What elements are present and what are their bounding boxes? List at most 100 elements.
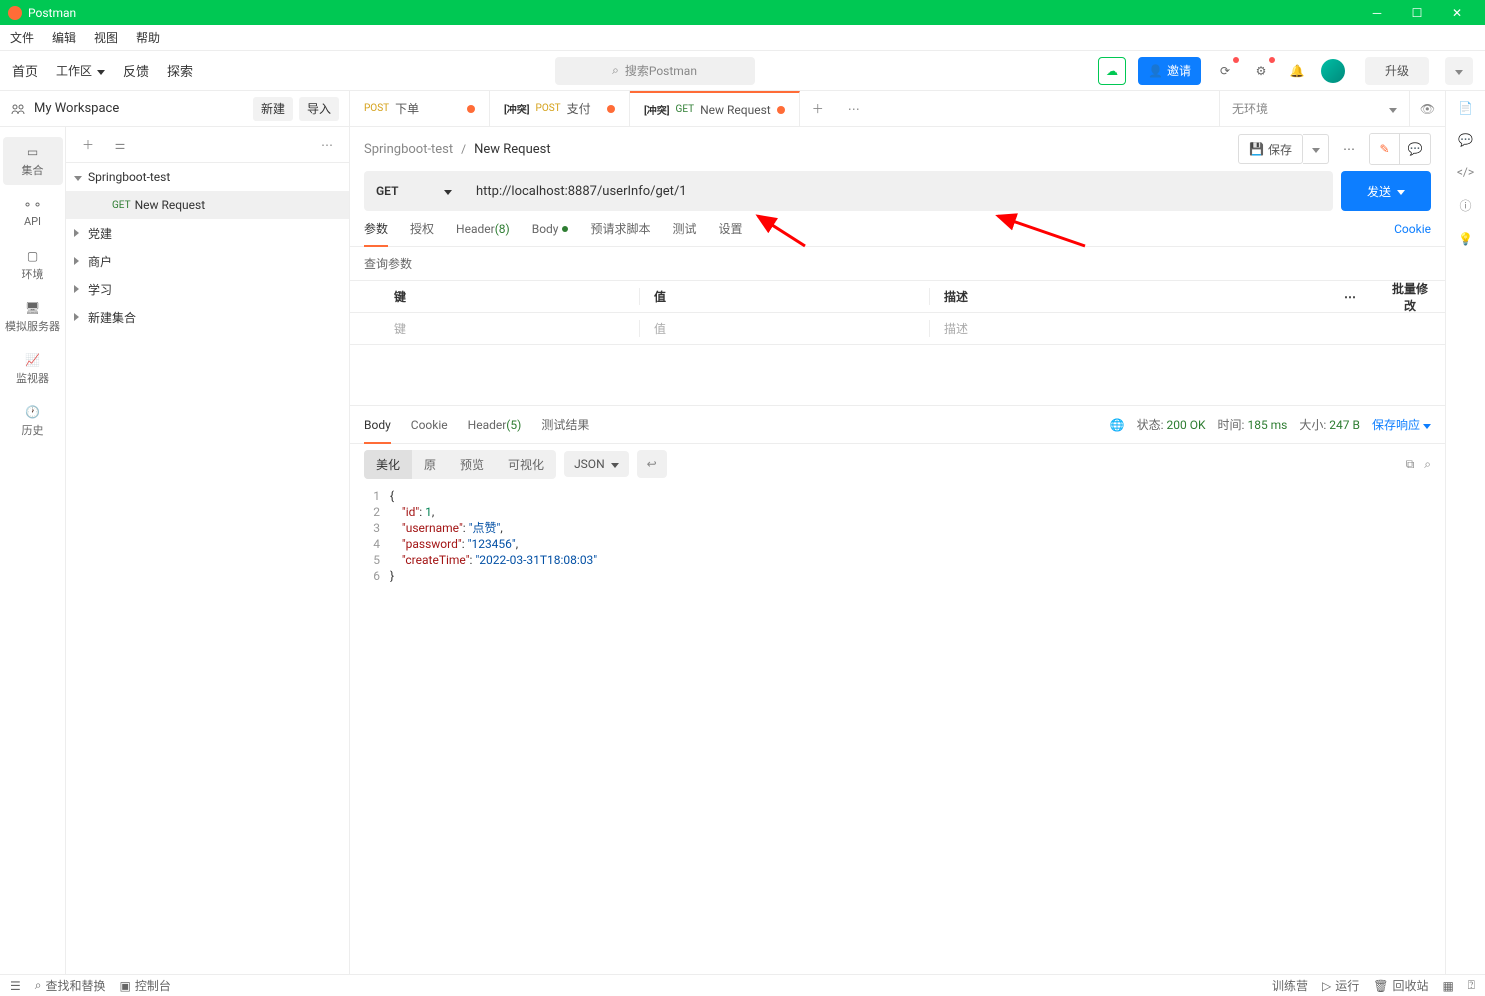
sb-find-replace[interactable]: ⌕查找和替换 <box>35 977 106 994</box>
cookies-link[interactable]: Cookie <box>1394 222 1431 236</box>
new-button[interactable]: 新建 <box>253 97 293 121</box>
menu-file[interactable]: 文件 <box>10 29 34 46</box>
param-key-input[interactable]: 键 <box>350 320 640 337</box>
resp-tab-body[interactable]: Body <box>364 406 391 444</box>
tree-folder-0[interactable]: 党建 <box>66 219 349 247</box>
rail-monitor[interactable]: 📈监视器 <box>3 345 63 393</box>
network-icon[interactable]: 🌐 <box>1110 418 1125 432</box>
menu-help[interactable]: 帮助 <box>136 29 160 46</box>
filter-icon[interactable]: ⚌ <box>108 133 132 157</box>
resp-tab-header[interactable]: Header (5) <box>468 406 522 444</box>
tree-toolbar: ＋ ⚌ ⋯ <box>66 127 349 163</box>
rail-mock[interactable]: 🖥模拟服务器 <box>3 293 63 341</box>
save-response-button[interactable]: 保存响应 <box>1372 416 1431 433</box>
save-button[interactable]: 💾保存 <box>1238 134 1303 164</box>
nav-workspace-dropdown[interactable]: 工作区 <box>56 62 105 79</box>
search-response-icon[interactable]: ⌕ <box>1424 457 1431 472</box>
sb-runner[interactable]: ▷运行 <box>1322 977 1359 994</box>
global-search[interactable]: ⌕ 搜索Postman <box>555 57 755 85</box>
req-tab-params[interactable]: 参数 <box>364 211 388 247</box>
sb-layout-icon[interactable]: ▦ <box>1442 977 1453 994</box>
docs-icon[interactable]: 📄 <box>1458 101 1473 115</box>
sync-status-icon[interactable]: ⟳ <box>1213 59 1237 83</box>
tab-more-button[interactable]: ⋯ <box>836 91 872 126</box>
nav-feedback[interactable]: 反馈 <box>123 61 149 80</box>
resp-tab-cookie[interactable]: Cookie <box>411 406 448 444</box>
menu-edit[interactable]: 编辑 <box>52 29 76 46</box>
req-tab-tests[interactable]: 测试 <box>673 211 697 247</box>
environment-selector[interactable]: 无环境 <box>1219 91 1409 126</box>
sb-trash[interactable]: 🗑回收站 <box>1373 977 1428 994</box>
info-icon[interactable]: ⓘ <box>1459 197 1471 214</box>
nav-home[interactable]: 首页 <box>12 61 38 80</box>
view-raw[interactable]: 原 <box>412 450 448 479</box>
edit-mode-icon[interactable]: ✎ <box>1370 134 1400 164</box>
nav-explore[interactable]: 探索 <box>167 61 193 80</box>
add-icon[interactable]: ＋ <box>76 133 100 157</box>
sb-help-icon[interactable]: ⍰ <box>1468 977 1475 994</box>
hint-icon[interactable]: 💡 <box>1458 232 1473 246</box>
maximize-button[interactable]: ☐ <box>1397 0 1437 25</box>
workspace-name[interactable]: My Workspace <box>34 101 247 116</box>
sb-sidebar-toggle-icon[interactable]: ☰ <box>10 979 21 993</box>
user-avatar[interactable] <box>1321 59 1345 83</box>
params-header-key: 键 <box>350 288 640 305</box>
wrap-lines-icon[interactable]: ↩ <box>637 450 667 478</box>
param-desc-input[interactable]: 描述 <box>930 320 1325 337</box>
tab-1[interactable]: [冲突]POST支付 <box>490 91 630 126</box>
req-tab-auth[interactable]: 授权 <box>410 211 434 247</box>
param-value-input[interactable]: 值 <box>640 320 930 337</box>
comment-mode-icon[interactable]: 💬 <box>1400 134 1430 164</box>
more-icon[interactable]: ⋯ <box>315 133 339 157</box>
menu-view[interactable]: 视图 <box>94 29 118 46</box>
breadcrumb-parent[interactable]: Springboot-test <box>364 142 453 157</box>
environment-quicklook-icon[interactable]: 👁 <box>1409 91 1445 126</box>
format-dropdown[interactable]: JSON <box>564 451 629 477</box>
rail-history[interactable]: 🕐历史 <box>3 397 63 445</box>
req-tab-settings[interactable]: 设置 <box>719 211 743 247</box>
code-icon[interactable]: </> <box>1457 165 1474 179</box>
save-dropdown[interactable] <box>1303 134 1329 164</box>
view-visualize[interactable]: 可视化 <box>496 450 556 479</box>
tab-add-button[interactable]: ＋ <box>800 91 836 126</box>
sb-bootcamp[interactable]: 训练营 <box>1272 977 1308 994</box>
bulk-edit-button[interactable]: 批量修改 <box>1375 280 1445 314</box>
response-body[interactable]: 123456 { "id": 1, "username": "点赞", "pas… <box>350 484 1445 974</box>
resp-tab-tests[interactable]: 测试结果 <box>541 406 589 444</box>
tree-request-new[interactable]: GETNew Request <box>66 191 349 219</box>
tree-folder-2[interactable]: 学习 <box>66 275 349 303</box>
view-preview[interactable]: 预览 <box>448 450 496 479</box>
upgrade-dropdown[interactable] <box>1445 57 1473 85</box>
breadcrumb-current[interactable]: New Request <box>474 142 550 157</box>
tree-folder-3[interactable]: 新建集合 <box>66 303 349 331</box>
minimize-button[interactable]: ─ <box>1357 0 1397 25</box>
invite-button[interactable]: 👤邀请 <box>1138 57 1201 85</box>
copy-icon[interactable]: ⧉ <box>1406 457 1415 472</box>
more-actions-icon[interactable]: ⋯ <box>1337 137 1361 161</box>
method-selector[interactable]: GET <box>364 171 464 211</box>
url-input[interactable] <box>464 171 1333 211</box>
notifications-icon[interactable]: 🔔 <box>1285 59 1309 83</box>
tab-2[interactable]: [冲突]GETNew Request <box>630 91 800 126</box>
send-button[interactable]: 发送 <box>1341 171 1431 211</box>
req-tab-body[interactable]: Body <box>532 211 569 247</box>
import-button[interactable]: 导入 <box>299 97 339 121</box>
req-tab-headers[interactable]: Header (8) <box>456 211 510 247</box>
rail-api[interactable]: ⚬⚬API <box>3 189 63 237</box>
sb-console[interactable]: ▣控制台 <box>120 977 171 994</box>
close-button[interactable]: ✕ <box>1437 0 1477 25</box>
tab-0[interactable]: POST下单 <box>350 91 490 126</box>
view-pretty[interactable]: 美化 <box>364 450 412 479</box>
unsaved-dot-icon <box>467 105 475 113</box>
tree-folder-1[interactable]: 商户 <box>66 247 349 275</box>
status-value: 200 OK <box>1167 418 1206 432</box>
sync-icon[interactable]: ☁ <box>1098 57 1126 85</box>
params-header-more-icon[interactable]: ⋯ <box>1325 290 1375 304</box>
tree-collection-springboot[interactable]: Springboot-test <box>66 163 349 191</box>
req-tab-prerequest[interactable]: 预请求脚本 <box>590 211 650 247</box>
upgrade-button[interactable]: 升级 <box>1365 57 1429 85</box>
rail-environments[interactable]: ▢环境 <box>3 241 63 289</box>
comments-icon[interactable]: 💬 <box>1458 133 1473 147</box>
rail-collections[interactable]: ▭集合 <box>3 137 63 185</box>
settings-icon[interactable]: ⚙ <box>1249 59 1273 83</box>
